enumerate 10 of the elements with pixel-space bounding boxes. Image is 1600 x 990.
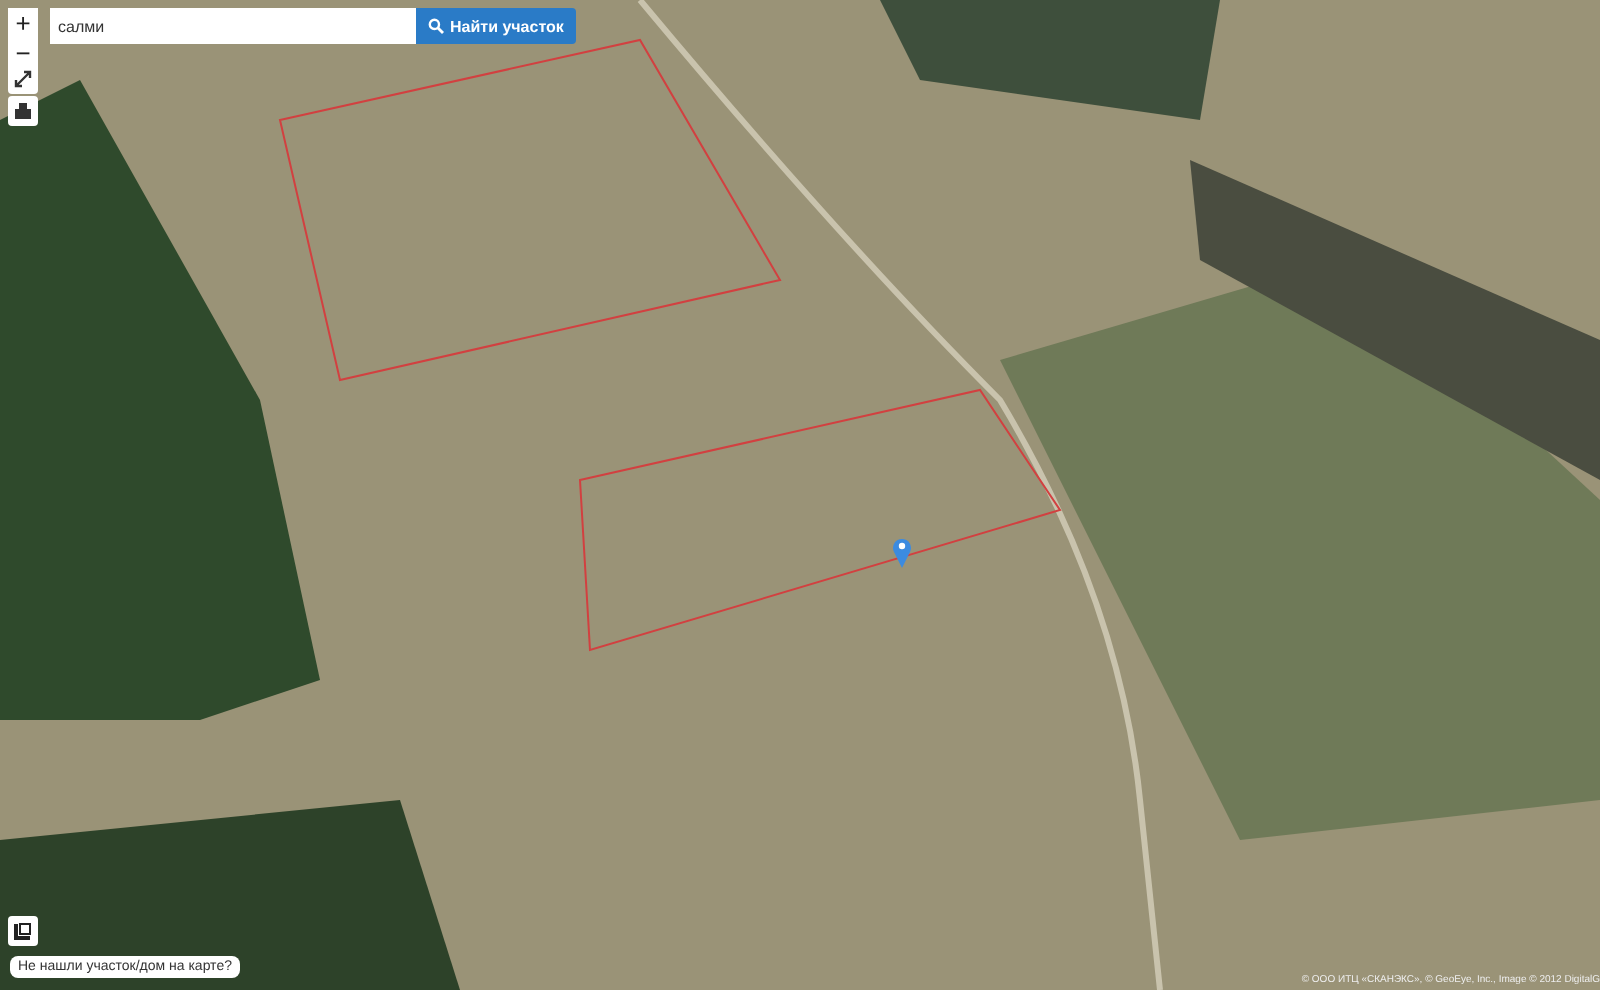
find-parcel-button[interactable]: Найти участок — [416, 8, 576, 44]
layer-button[interactable] — [8, 916, 38, 946]
print-button[interactable] — [8, 96, 38, 126]
search-icon — [428, 18, 444, 34]
printer-icon — [14, 102, 32, 120]
map-pin-icon[interactable] — [892, 536, 912, 568]
search-field[interactable]: салми — [50, 8, 416, 44]
fullscreen-button[interactable] — [8, 64, 38, 94]
square-icon — [14, 922, 32, 940]
expand-icon — [14, 70, 32, 88]
